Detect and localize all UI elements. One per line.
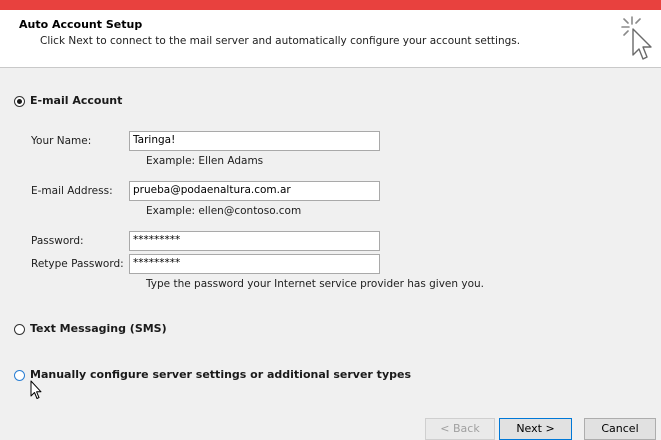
- retype-password-input[interactable]: *********: [129, 254, 380, 274]
- wizard-header: Auto Account Setup Click Next to connect…: [0, 10, 661, 68]
- cancel-button[interactable]: Cancel: [584, 418, 656, 440]
- email-address-hint: Example: ellen@contoso.com: [146, 205, 302, 217]
- email-account-radio[interactable]: [14, 96, 25, 107]
- wizard-cursor-icon: [621, 16, 652, 60]
- window-top-bar: [0, 0, 661, 10]
- text-messaging-label[interactable]: Text Messaging (SMS): [30, 322, 167, 335]
- next-button[interactable]: Next >: [499, 418, 572, 440]
- password-label: Password:: [31, 235, 84, 247]
- mouse-pointer-icon: [30, 380, 42, 399]
- email-address-label: E-mail Address:: [31, 185, 113, 197]
- email-account-label[interactable]: E-mail Account: [30, 94, 122, 107]
- email-address-input[interactable]: prueba@podaenaltura.com.ar: [129, 181, 380, 201]
- your-name-hint: Example: Ellen Adams: [146, 155, 264, 167]
- text-messaging-radio[interactable]: [14, 324, 25, 335]
- password-hint: Type the password your Internet service …: [146, 278, 484, 290]
- manual-configure-radio[interactable]: [14, 370, 25, 381]
- back-button[interactable]: < Back: [425, 418, 495, 440]
- header-title: Auto Account Setup: [19, 18, 143, 31]
- header-subtitle: Click Next to connect to the mail server…: [40, 35, 521, 47]
- your-name-label: Your Name:: [31, 135, 92, 147]
- manual-configure-label[interactable]: Manually configure server settings or ad…: [30, 368, 411, 381]
- password-input[interactable]: *********: [129, 231, 380, 251]
- retype-password-label: Retype Password:: [31, 258, 124, 270]
- your-name-input[interactable]: Taringa!: [129, 131, 380, 151]
